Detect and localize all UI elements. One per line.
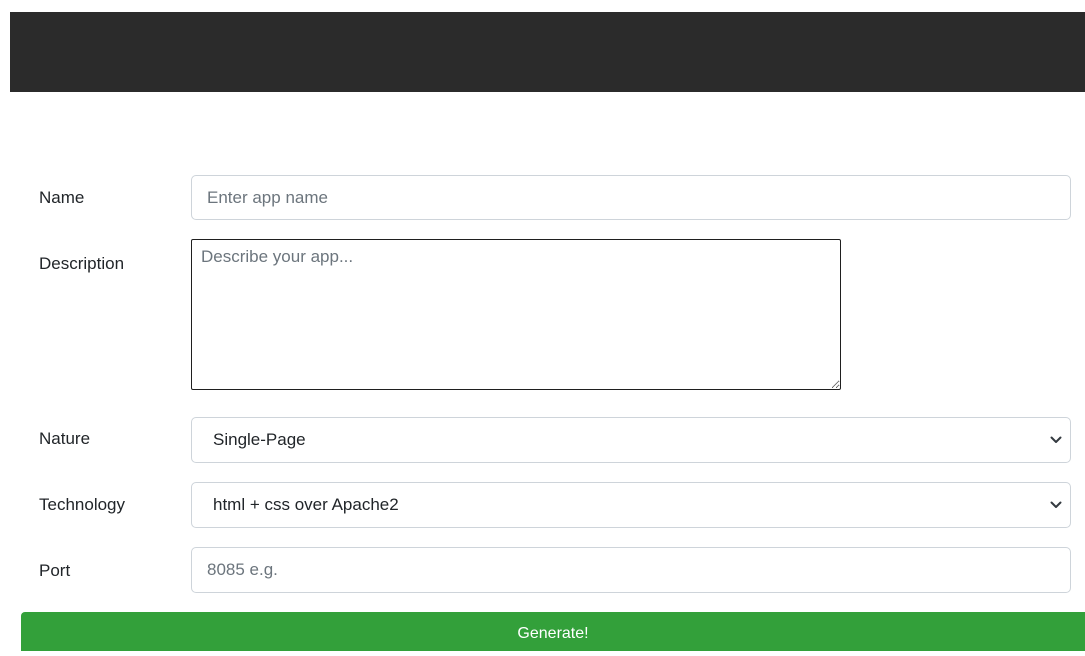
chevron-down-icon: [1048, 418, 1064, 462]
name-input[interactable]: [191, 175, 1071, 220]
header-bar: [10, 12, 1085, 92]
port-input[interactable]: [191, 547, 1071, 593]
generate-button[interactable]: Generate!: [21, 612, 1085, 651]
name-label: Name: [39, 188, 85, 207]
nature-label: Nature: [39, 429, 91, 448]
description-label: Description: [39, 254, 125, 273]
technology-selected-value: html + css over Apache2: [213, 495, 399, 514]
chevron-down-icon: [1048, 483, 1064, 527]
technology-label: Technology: [39, 495, 126, 514]
technology-select[interactable]: html + css over Apache2: [191, 482, 1071, 528]
nature-selected-value: Single-Page: [213, 430, 306, 449]
port-label: Port: [39, 561, 71, 580]
description-textarea[interactable]: [191, 239, 841, 390]
nature-select[interactable]: Single-Page: [191, 417, 1071, 463]
